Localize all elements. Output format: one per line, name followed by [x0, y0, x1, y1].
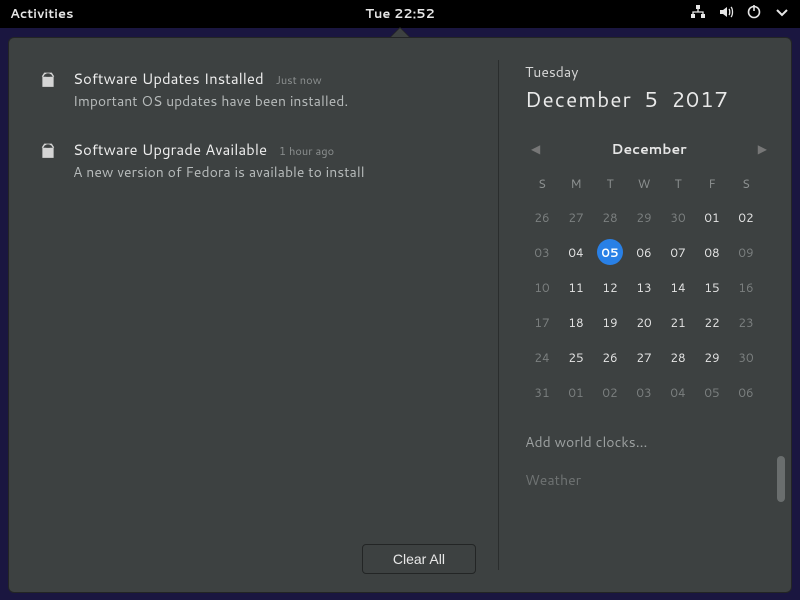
activities-button[interactable]: Activities — [10, 5, 74, 23]
package-icon — [39, 68, 57, 111]
calendar-day[interactable]: 21 — [661, 305, 695, 340]
notification-item[interactable]: Software Updates Installed Just now Import… — [39, 68, 478, 111]
calendar-dow: T — [661, 167, 695, 200]
calendar-day[interactable]: 30 — [661, 200, 695, 235]
calendar-day[interactable]: 25 — [559, 340, 593, 375]
weather-link[interactable]: Weather — [525, 470, 773, 490]
calendar-day[interactable]: 11 — [559, 270, 593, 305]
calendar-day[interactable]: 31 — [525, 375, 559, 410]
notification-list: Software Updates Installed Just now Import… — [9, 38, 498, 592]
calendar-day[interactable]: 13 — [627, 270, 661, 305]
world-clocks-link[interactable]: Add world clocks… — [525, 432, 773, 452]
calendar-day[interactable]: 17 — [525, 305, 559, 340]
calendar-day[interactable]: 02 — [729, 200, 763, 235]
status-area[interactable] — [690, 4, 790, 25]
calendar-day[interactable]: 27 — [559, 200, 593, 235]
calendar-dow: T — [593, 167, 627, 200]
calendar-day[interactable]: 23 — [729, 305, 763, 340]
calendar-panel: Software Updates Installed Just now Import… — [8, 37, 792, 593]
calendar-day[interactable]: 24 — [525, 340, 559, 375]
calendar-day[interactable]: 03 — [525, 235, 559, 270]
notification-time: 1 hour ago — [279, 143, 334, 159]
calendar-day[interactable]: 27 — [627, 340, 661, 375]
network-icon — [690, 4, 706, 25]
clock-button[interactable]: Tue 22:52 — [365, 5, 435, 23]
calendar-day[interactable]: 08 — [695, 235, 729, 270]
calendar-day[interactable]: 18 — [559, 305, 593, 340]
power-icon — [746, 4, 762, 25]
calendar-day[interactable]: 19 — [593, 305, 627, 340]
calendar-day[interactable]: 28 — [593, 200, 627, 235]
prev-month-button[interactable]: ◀ — [527, 136, 544, 161]
calendar-day[interactable]: 12 — [593, 270, 627, 305]
top-bar: Activities Tue 22:52 — [0, 0, 800, 28]
calendar-day[interactable]: 15 — [695, 270, 729, 305]
calendar-day[interactable]: 22 — [695, 305, 729, 340]
calendar-day[interactable]: 26 — [525, 200, 559, 235]
notification-title: Software Updates Installed — [73, 68, 264, 89]
notification-message: A new version of Fedora is available to … — [73, 162, 478, 182]
notification-time: Just now — [276, 72, 322, 88]
calendar-day[interactable]: 14 — [661, 270, 695, 305]
calendar-day[interactable]: 04 — [559, 235, 593, 270]
calendar-day[interactable]: 03 — [627, 375, 661, 410]
calendar-dow: S — [729, 167, 763, 200]
calendar-dow: S — [525, 167, 559, 200]
date-full: December 5 2017 — [525, 84, 773, 114]
calendar-month-label: December — [611, 139, 686, 159]
volume-icon — [718, 4, 734, 25]
notification-message: Important OS updates have been installed… — [73, 91, 478, 111]
notification-item[interactable]: Software Upgrade Available 1 hour ago A ne… — [39, 139, 478, 182]
calendar-day[interactable]: 06 — [729, 375, 763, 410]
calendar-day[interactable]: 29 — [627, 200, 661, 235]
calendar-day[interactable]: 09 — [729, 235, 763, 270]
chevron-down-icon — [774, 4, 790, 25]
calendar-dow: M — [559, 167, 593, 200]
clear-all-button[interactable]: Clear All — [362, 544, 476, 574]
calendar-side: Tuesday December 5 2017 ◀ December ▶ SMT… — [499, 38, 791, 592]
calendar-day[interactable]: 05 — [695, 375, 729, 410]
calendar-day[interactable]: 01 — [559, 375, 593, 410]
calendar-day[interactable]: 29 — [695, 340, 729, 375]
calendar-day-today[interactable]: 05 — [597, 239, 623, 265]
calendar-day[interactable]: 04 — [661, 375, 695, 410]
calendar-day[interactable]: 26 — [593, 340, 627, 375]
calendar-grid: SMTWTFS262728293001020304050607080910111… — [525, 167, 773, 410]
calendar-dow: F — [695, 167, 729, 200]
notification-title: Software Upgrade Available — [73, 139, 267, 160]
calendar-day[interactable]: 30 — [729, 340, 763, 375]
calendar-day[interactable]: 07 — [661, 235, 695, 270]
calendar-dow: W — [627, 167, 661, 200]
calendar-day[interactable]: 20 — [627, 305, 661, 340]
calendar-day[interactable]: 06 — [627, 235, 661, 270]
scrollbar-thumb[interactable] — [777, 456, 785, 502]
calendar-day[interactable]: 01 — [695, 200, 729, 235]
package-icon — [39, 139, 57, 182]
calendar-day[interactable]: 10 — [525, 270, 559, 305]
calendar-day[interactable]: 16 — [729, 270, 763, 305]
date-weekday: Tuesday — [525, 62, 773, 82]
calendar-day[interactable]: 28 — [661, 340, 695, 375]
calendar-day[interactable]: 02 — [593, 375, 627, 410]
next-month-button[interactable]: ▶ — [754, 136, 771, 161]
